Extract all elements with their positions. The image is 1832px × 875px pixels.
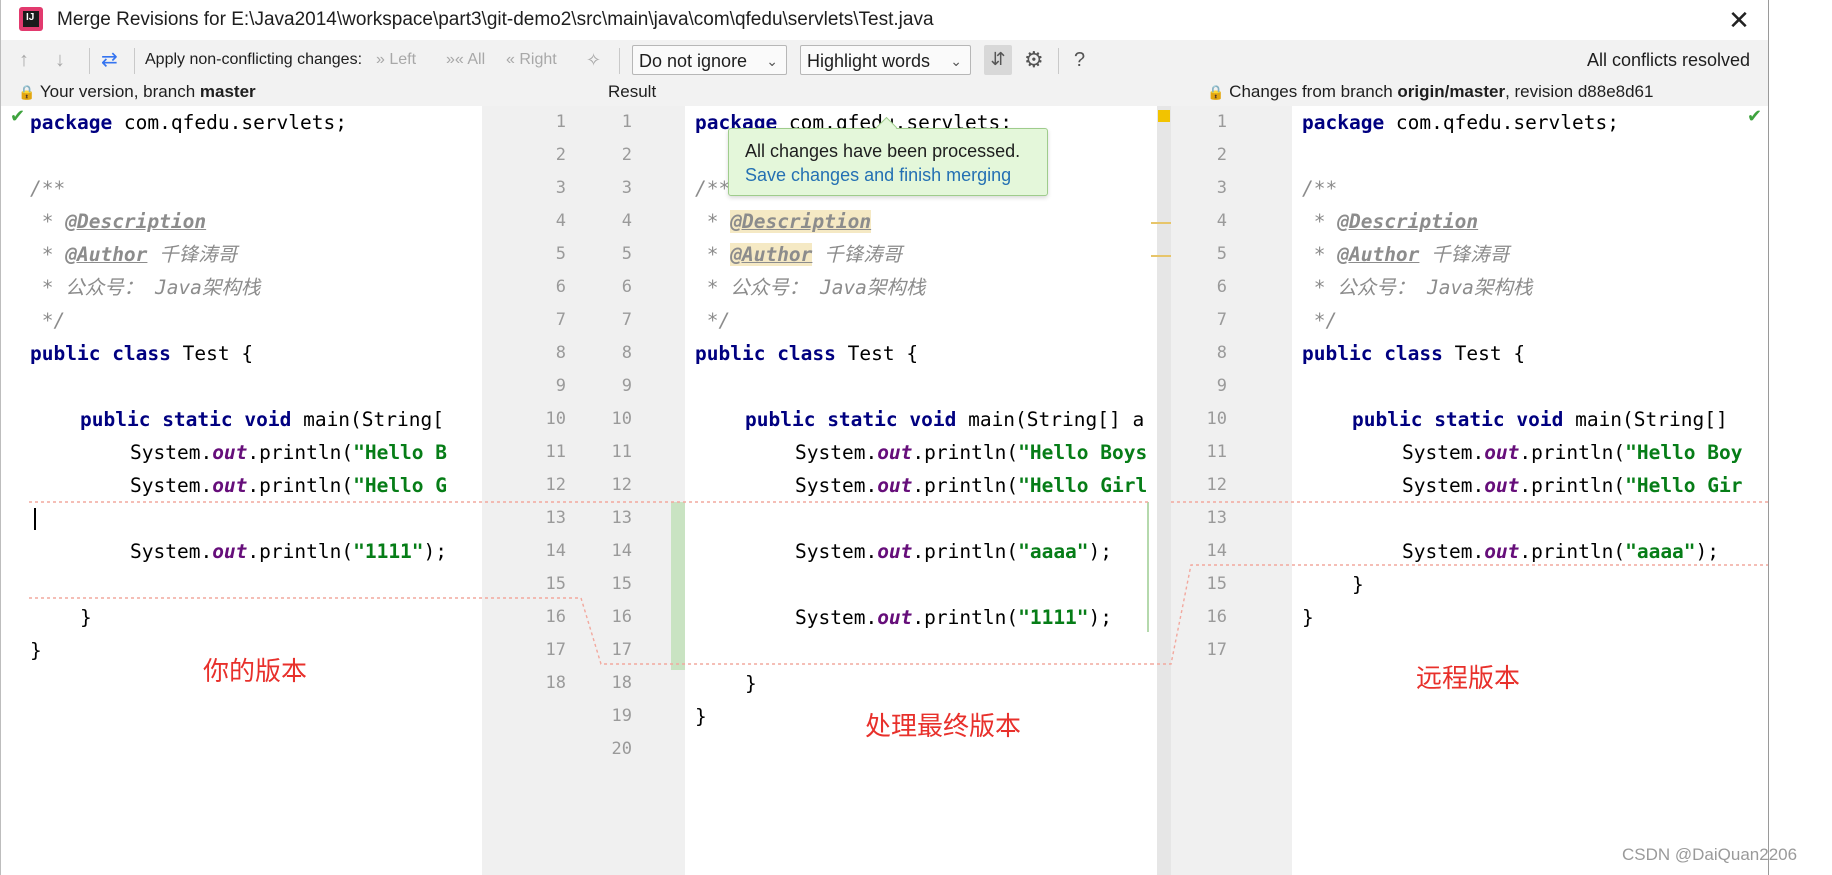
watermark: CSDN @DaiQuan2206 (1622, 845, 1798, 864)
notification-message: All changes have been processed. (745, 141, 1021, 161)
merge-complete-notification: All changes have been processed. Save ch… (728, 128, 1048, 196)
save-and-finish-link[interactable]: Save changes and finish merging (745, 165, 1011, 186)
merge-dialog: IJ Merge Revisions for E:\Java2014\works… (0, 0, 1769, 875)
connector-line (29, 597, 1151, 665)
connector-line (1151, 564, 1768, 665)
conflict-connector-lines (29, 501, 1768, 665)
